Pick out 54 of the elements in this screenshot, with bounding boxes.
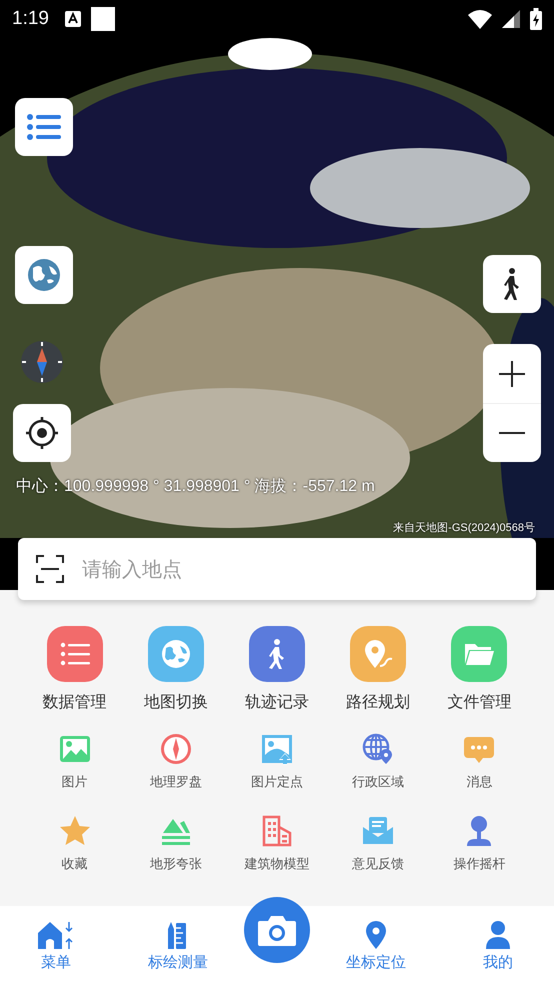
tool-icon[interactable] xyxy=(46,626,103,682)
tool-icon[interactable] xyxy=(58,815,91,847)
tool-icon[interactable] xyxy=(350,626,406,682)
tool-icon[interactable] xyxy=(160,733,192,765)
tool-icon[interactable] xyxy=(58,733,91,765)
locate-button[interactable] xyxy=(13,404,71,462)
tool-label: 操作摇杆 xyxy=(453,856,506,873)
nav-tab[interactable]: 标绘测量 xyxy=(148,918,208,972)
tool-label: 行政区域 xyxy=(352,774,404,791)
globe-button[interactable] xyxy=(15,246,73,304)
camera-icon xyxy=(257,913,297,947)
tool-icon[interactable] xyxy=(260,815,293,847)
globe-icon xyxy=(27,258,61,292)
tool-label: 文件管理 xyxy=(447,692,512,713)
tool-icon[interactable] xyxy=(260,733,293,765)
walk-mode-button[interactable] xyxy=(483,255,541,313)
status-time: 1:19 xyxy=(12,8,49,30)
tool-icon[interactable] xyxy=(451,626,508,682)
nav-tab[interactable]: 坐标定位 xyxy=(346,918,406,972)
tool-label: 图片定点 xyxy=(250,774,303,791)
tool-label: 图片 xyxy=(62,774,88,791)
plus-icon xyxy=(497,358,527,388)
walking-person-icon xyxy=(502,267,522,301)
search-input[interactable]: 请输入地点 xyxy=(82,544,518,594)
tool-label: 数据管理 xyxy=(42,692,107,713)
tool-label: 地图切换 xyxy=(144,692,208,713)
tool-icon[interactable] xyxy=(362,815,394,847)
map-attribution: 来自天地图-GS(2024)0568号 xyxy=(393,521,535,535)
tool-icon[interactable] xyxy=(248,626,305,682)
tool-label: 地形夸张 xyxy=(150,856,202,873)
tool-label: 路径规划 xyxy=(346,692,410,713)
tool-icon[interactable] xyxy=(148,626,204,682)
crosshair-icon xyxy=(25,416,59,450)
tool-icon[interactable] xyxy=(362,733,394,765)
scan-icon[interactable] xyxy=(36,555,64,583)
tool-label: 地理罗盘 xyxy=(150,774,202,791)
nav-tab[interactable]: 菜单 xyxy=(36,918,76,972)
list-icon xyxy=(27,114,61,140)
square-notification-icon xyxy=(90,7,115,31)
minus-icon xyxy=(499,432,525,434)
wifi-icon xyxy=(468,9,492,29)
signal-icon xyxy=(502,10,520,28)
tool-label: 意见反馈 xyxy=(352,856,404,873)
map-center-readout: 中心：100.999998 ° 31.998901 ° 海拔：-557.12 m xyxy=(16,476,375,497)
tool-label: 收藏 xyxy=(62,856,88,873)
tool-label: 轨迹记录 xyxy=(244,692,309,713)
tool-label: 消息 xyxy=(466,774,492,791)
nav-tab[interactable]: 我的 xyxy=(478,918,518,972)
tool-label: 建筑物模型 xyxy=(244,856,310,873)
compass-icon[interactable] xyxy=(20,340,64,384)
battery-icon xyxy=(530,8,542,30)
keyboard-notification-icon xyxy=(64,11,81,27)
menu-button[interactable] xyxy=(15,98,73,156)
search-field[interactable]: 请输入地点 xyxy=(18,538,536,600)
